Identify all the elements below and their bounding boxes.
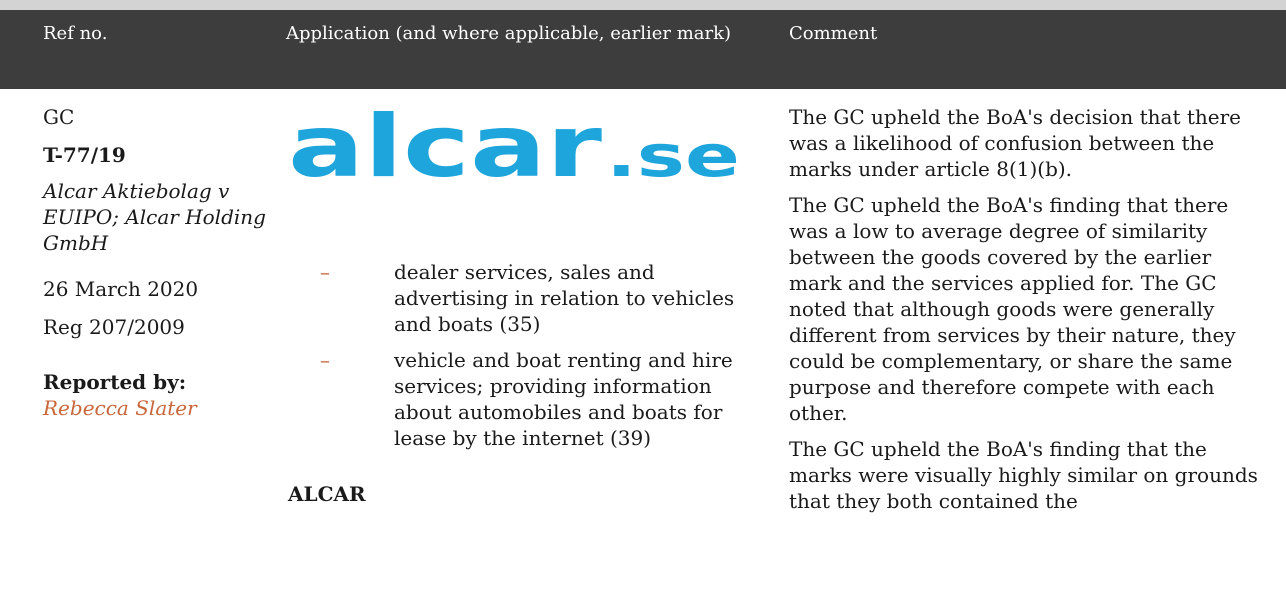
court: GC [43, 105, 75, 129]
reported-by-label: Reported by: [43, 370, 187, 394]
dash-bullet: – [320, 260, 330, 284]
list-item: – dealer services, sales and advertising… [320, 259, 760, 337]
table-header: Ref no. Application (and where applicabl… [0, 10, 1286, 89]
case-parties: Alcar Aktiebolag v EUIPO; Alcar Holding … [43, 179, 266, 255]
comment-column: The GC upheld the BoA's decision that th… [789, 104, 1259, 524]
top-bar [0, 0, 1286, 10]
alcar-se-logo: alcar .se [288, 106, 740, 196]
goods-list: – dealer services, sales and advertising… [320, 259, 760, 461]
reporter-link[interactable]: Rebecca Slater [43, 395, 197, 421]
logo-text-suffix: .se [606, 122, 740, 190]
case-regulation: Reg 207/2009 [43, 315, 185, 339]
comment-paragraph: The GC upheld the BoA's finding that the… [789, 437, 1258, 513]
earlier-mark: ALCAR [288, 482, 366, 506]
list-item: – vehicle and boat renting and hire serv… [320, 347, 760, 451]
comment-paragraph: The GC upheld the BoA's finding that the… [789, 193, 1236, 425]
dash-bullet: – [320, 348, 330, 372]
goods-item-text: dealer services, sales and advertising i… [394, 260, 735, 336]
header-application: Application (and where applicable, earli… [286, 23, 732, 44]
header-ref-no: Ref no. [43, 23, 108, 44]
case-ref: T-77/19 [43, 143, 126, 167]
case-date: 26 March 2020 [43, 277, 199, 301]
header-comment: Comment [789, 23, 878, 44]
comment-paragraph: The GC upheld the BoA's decision that th… [789, 105, 1241, 181]
goods-item-text: vehicle and boat renting and hire servic… [394, 348, 733, 450]
logo-text-main: alcar [288, 106, 603, 196]
